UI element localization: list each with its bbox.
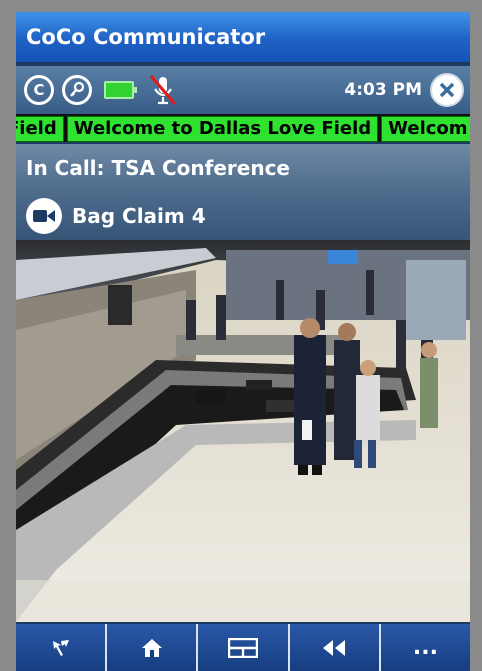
camera-bar[interactable]: Bag Claim 4 (16, 192, 470, 240)
message-ticker: Field Welcome to Dallas Love Field Welco… (16, 114, 470, 142)
home-icon (141, 638, 162, 657)
video-camera-icon (26, 198, 62, 234)
call-status-bar: In Call: TSA Conference (16, 144, 470, 192)
app-title: CoCo Communicator (26, 25, 266, 49)
ticker-item: Welcom (381, 116, 470, 142)
device-screen: CoCo Communicator C 4:03 PM ield Welcome… (16, 12, 470, 671)
title-bar: CoCo Communicator (16, 12, 470, 62)
ticker-item: Welcome to Dallas Love Field (66, 116, 379, 142)
ellipsis-icon: ... (412, 635, 438, 660)
video-frame (16, 240, 470, 622)
coco-logo-icon[interactable]: C (24, 75, 54, 105)
rewind-button[interactable] (290, 624, 381, 671)
layout-button[interactable] (198, 624, 290, 671)
layout-icon (228, 637, 258, 658)
camera-label: Bag Claim 4 (72, 204, 206, 228)
close-icon[interactable] (430, 73, 464, 107)
battery-icon (104, 81, 137, 99)
status-bar: C 4:03 PM (16, 66, 470, 114)
rewind-icon (323, 639, 346, 656)
clock: 4:03 PM (344, 80, 422, 100)
pointer-button[interactable] (16, 624, 108, 671)
camera-video-feed[interactable] (16, 240, 470, 622)
call-status-text: In Call: TSA Conference (26, 156, 290, 180)
pointer-icon (52, 639, 69, 656)
key-icon[interactable] (62, 75, 92, 105)
home-button[interactable] (107, 624, 199, 671)
mic-muted-icon[interactable] (148, 73, 178, 107)
more-button[interactable]: ... (381, 624, 470, 671)
bottom-toolbar: ... (16, 624, 470, 671)
ticker-item: Field (16, 116, 64, 142)
